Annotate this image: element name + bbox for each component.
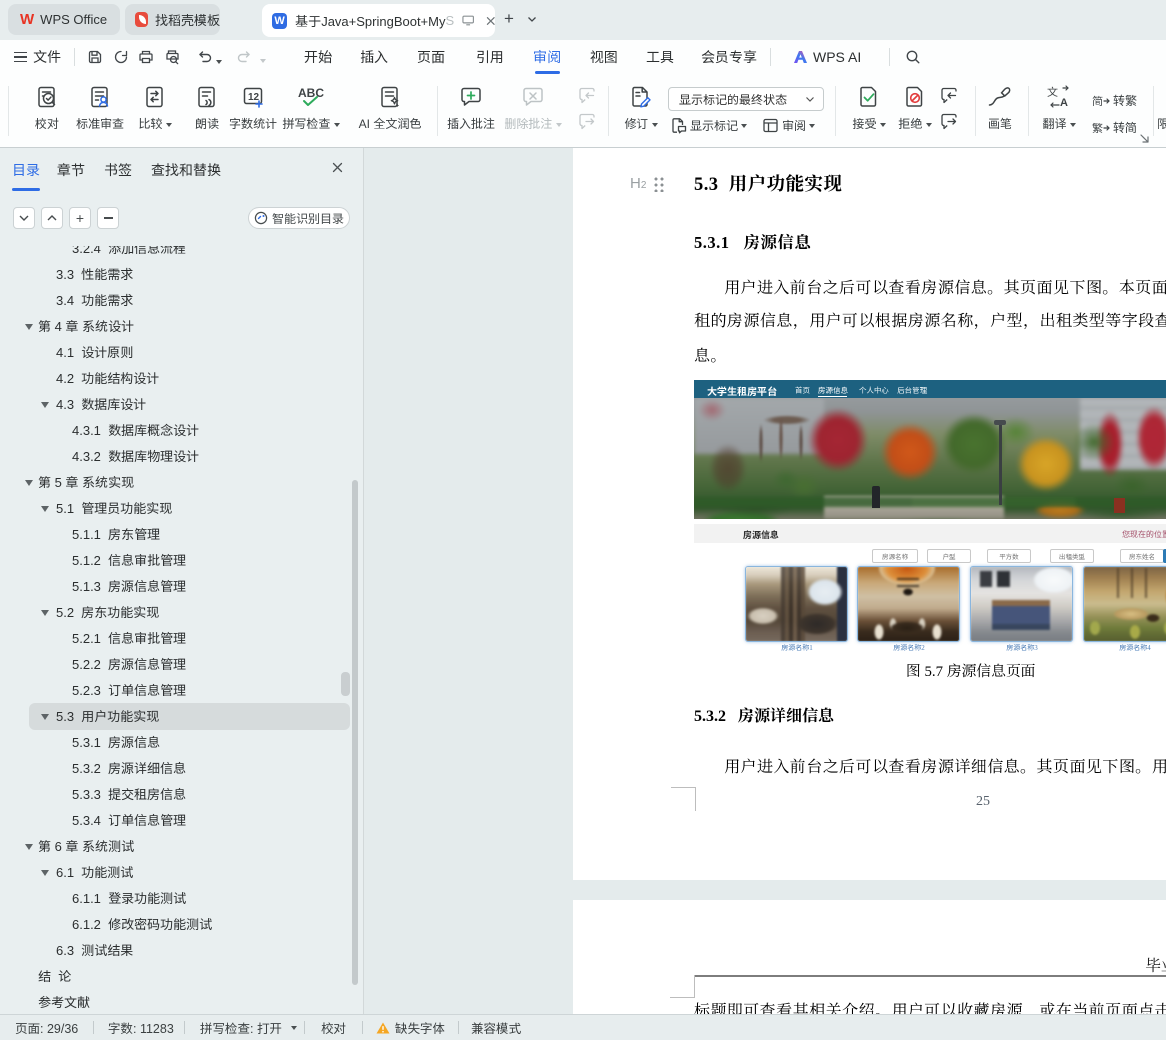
- svg-text:简: 简: [1092, 93, 1103, 109]
- svg-text:12: 12: [248, 92, 260, 103]
- svg-text:A: A: [1060, 97, 1068, 109]
- svg-text:ABC: ABC: [298, 86, 324, 100]
- svg-text:繁: 繁: [1092, 120, 1103, 136]
- svg-text:文: 文: [1047, 84, 1059, 100]
